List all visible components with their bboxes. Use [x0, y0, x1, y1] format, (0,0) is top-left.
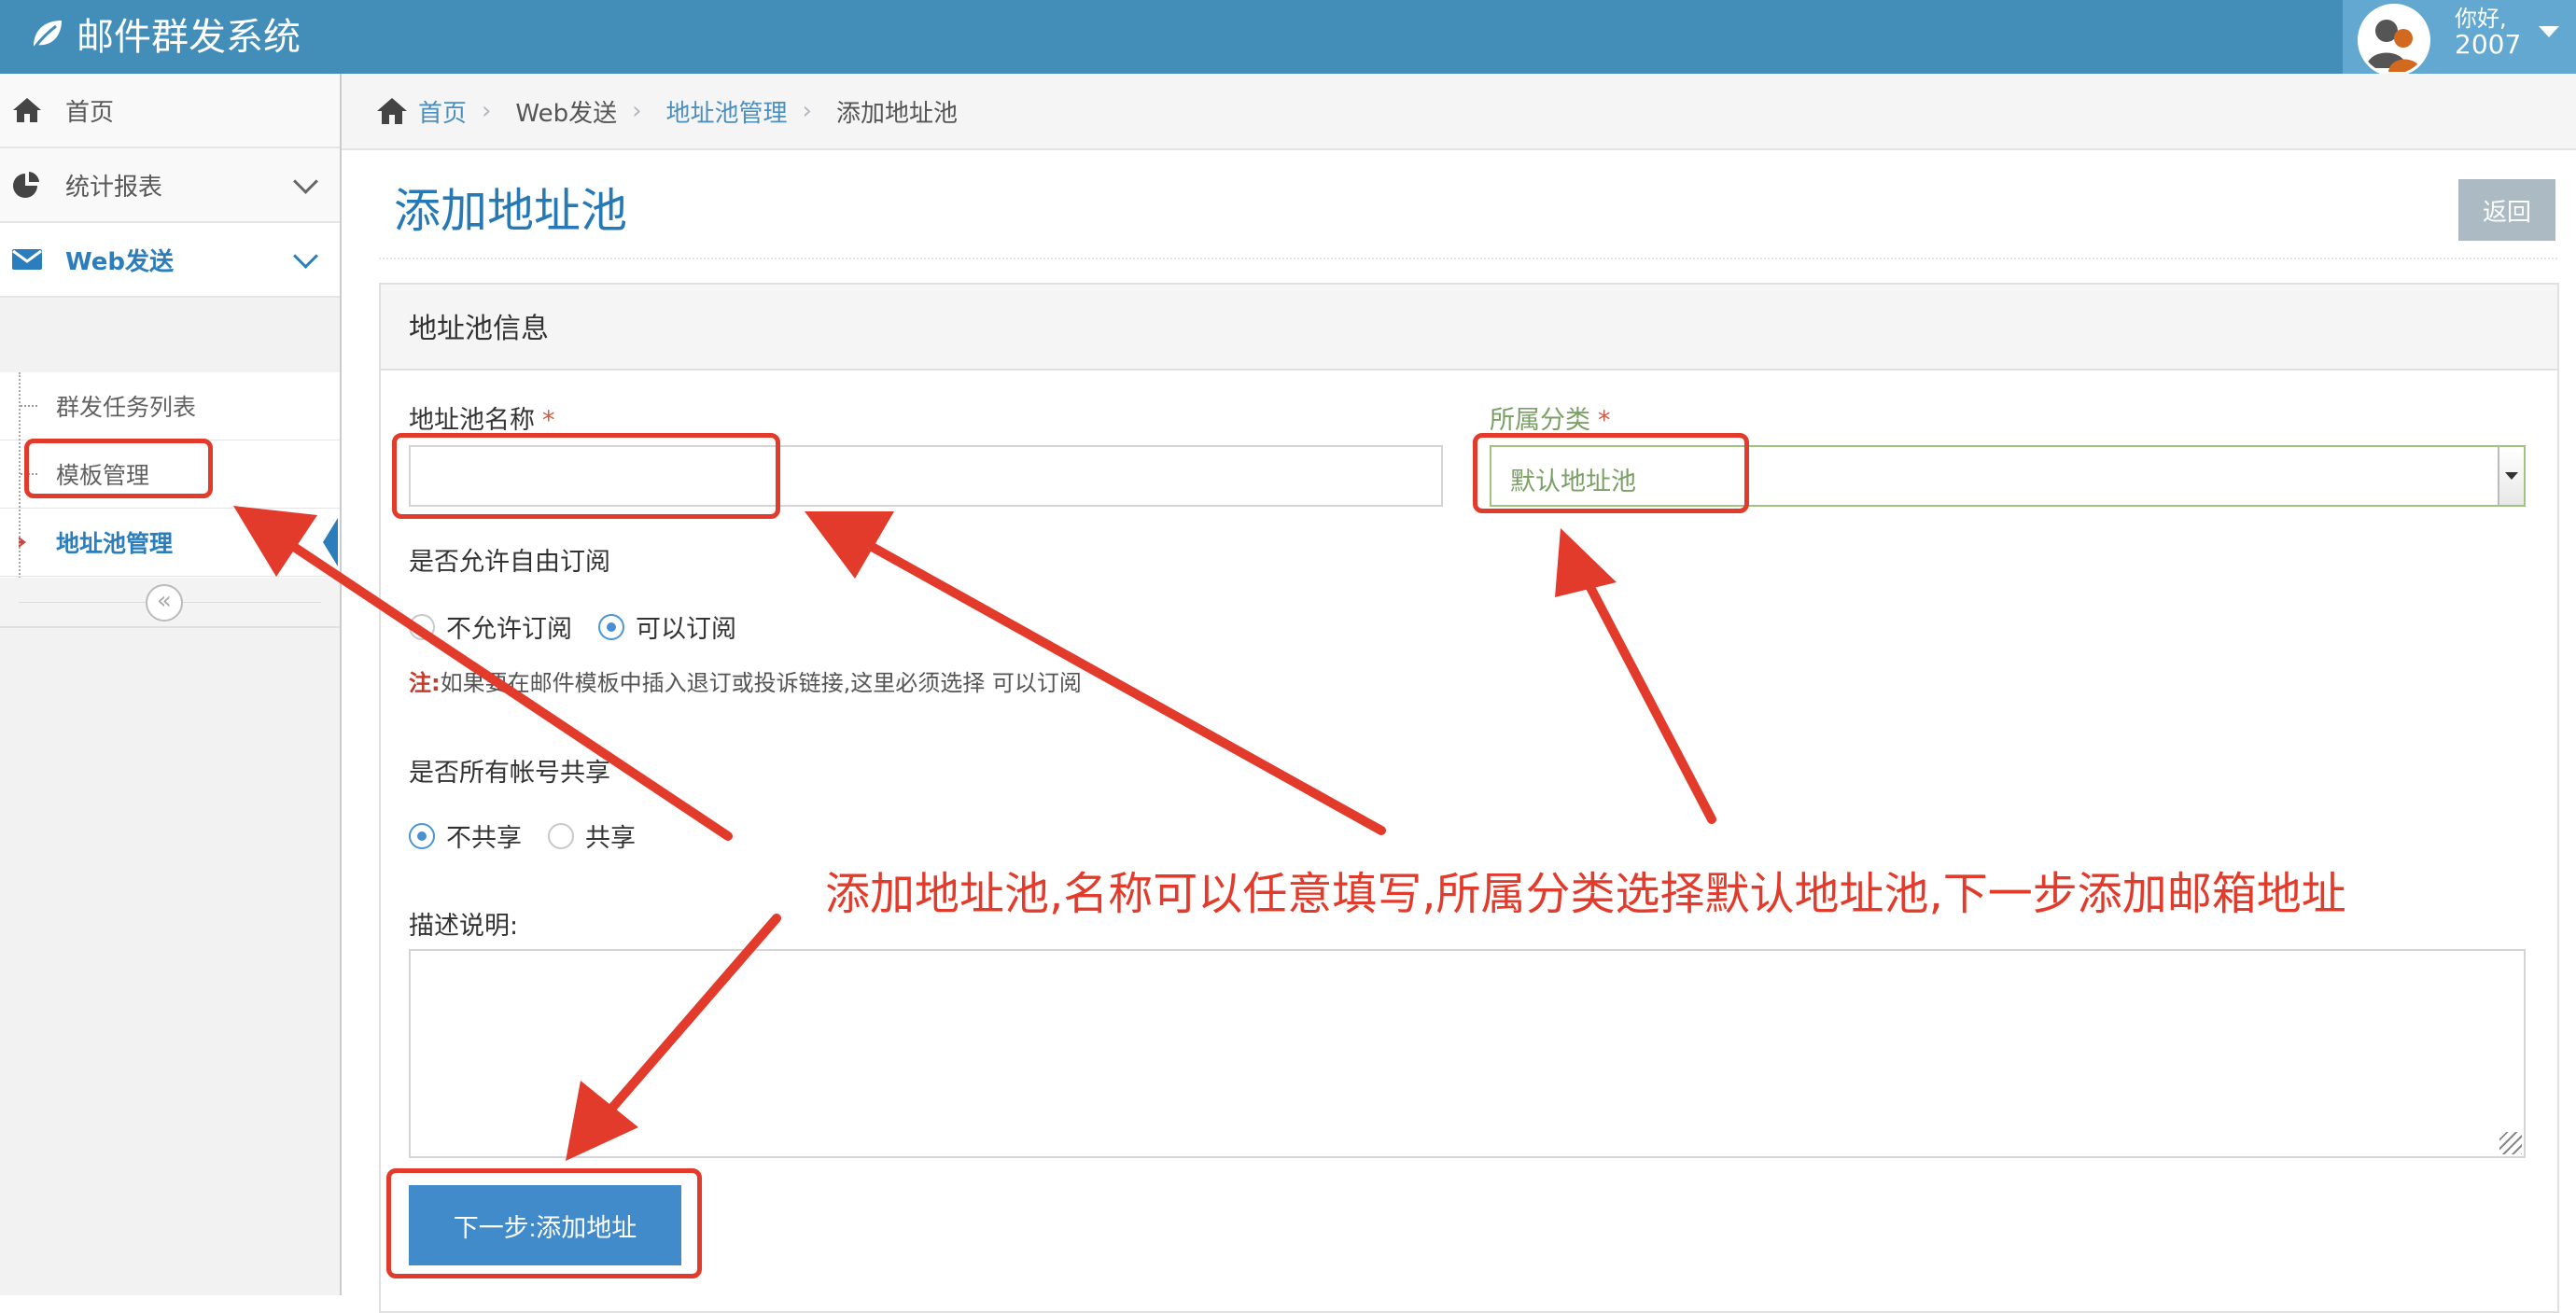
caret-down-icon[interactable] [2539, 26, 2559, 37]
sidebar-item-label: Web发送 [65, 247, 174, 276]
share-label: 是否所有帐号共享 [409, 759, 610, 788]
collapse-sidebar-icon[interactable]: « [146, 584, 183, 622]
submenu-item-address-pool[interactable]: 地址池管理 [0, 509, 340, 577]
share-radio-group: 不共享 共享 [409, 817, 662, 854]
chevron-down-icon [293, 244, 318, 269]
user-greeting: 你好, [2455, 6, 2507, 32]
highlight-box-sidebar [24, 439, 213, 498]
submenu-item-label: 地址池管理 [56, 530, 174, 557]
envelope-icon [12, 249, 42, 270]
user-name: 2007 [2455, 29, 2522, 60]
sidebar-collapse: « [0, 578, 340, 628]
brand[interactable]: 邮件群发系统 [28, 0, 301, 67]
description-textarea[interactable] [409, 949, 2526, 1158]
submenu-item-tasks[interactable]: 群发任务列表 [0, 372, 340, 440]
note-text: 如果要在邮件模板中插入退订或投诉链接,这里必须选择 可以订阅 [440, 670, 1082, 696]
sidebar-item-web-send[interactable]: Web发送 [0, 223, 340, 298]
chevron-right-icon: › [482, 97, 492, 125]
radio-label: 不共享 [446, 824, 522, 853]
panel-title: 地址池信息 [409, 313, 549, 345]
back-button[interactable]: 返回 [2458, 179, 2555, 241]
submenu-item-label: 群发任务列表 [56, 394, 197, 421]
required-mark: * [1598, 406, 1611, 435]
breadcrumb-current: 添加地址池 [835, 99, 958, 128]
home-icon[interactable] [375, 96, 409, 126]
divider [379, 258, 2557, 259]
resize-grip-icon[interactable] [2499, 1132, 2522, 1154]
radio-allow-subscribe[interactable] [598, 613, 624, 640]
leaf-icon [32, 21, 62, 49]
avatar [2358, 4, 2430, 77]
radio-no-share[interactable] [409, 822, 435, 849]
sidebar-item-home[interactable]: 首页 [0, 74, 340, 148]
highlight-box-name-input [392, 433, 780, 519]
breadcrumb-web-send: Web发送 [515, 99, 618, 128]
radio-label: 可以订阅 [636, 615, 736, 644]
radio-label: 不允许订阅 [446, 615, 572, 644]
category-label: 所属分类 * [1490, 399, 1611, 436]
breadcrumb-pool-link[interactable]: 地址池管理 [666, 100, 788, 128]
top-navbar: 邮件群发系统 你好, 2007 [0, 0, 2576, 77]
subscribe-radio-group: 不允许订阅 可以订阅 [409, 608, 763, 645]
chevron-down-icon [293, 169, 318, 194]
radio-disallow-subscribe[interactable] [409, 613, 435, 640]
highlight-box-next-button [386, 1168, 702, 1278]
breadcrumb-home-link[interactable]: 首页 [418, 100, 467, 128]
pool-name-label-text: 地址池名称 [409, 406, 535, 435]
highlight-box-category [1473, 433, 1749, 513]
sidebar-item-label: 首页 [65, 98, 115, 127]
annotation-text: 添加地址池,名称可以任意填写,所属分类选择默认地址池,下一步添加邮箱地址 [825, 868, 2346, 920]
active-pointer-icon [323, 518, 338, 566]
user-info: 你好, 2007 [2455, 6, 2521, 58]
tree-dots [21, 405, 37, 407]
app-title: 邮件群发系统 [77, 16, 301, 59]
pool-name-label: 地址池名称 * [409, 399, 555, 436]
chevron-right-icon: › [802, 97, 812, 125]
sidebar: 首页 统计报表 Web发送 群发任务列表 模板管理 地址池管理 « [0, 74, 342, 1295]
radio-share[interactable] [548, 822, 574, 849]
panel-header: 地址池信息 [381, 285, 2557, 370]
chevron-right-icon: › [632, 97, 642, 125]
sidebar-item-label: 统计报表 [65, 173, 163, 202]
subscribe-note: 注:如果要在邮件模板中插入退订或投诉链接,这里必须选择 可以订阅 [409, 664, 1082, 697]
page-title: 添加地址池 [394, 184, 627, 238]
tree-line [19, 372, 21, 582]
required-mark: * [542, 406, 555, 435]
pie-chart-icon [13, 172, 39, 198]
dropdown-arrow-icon[interactable] [2498, 447, 2524, 505]
user-menu[interactable]: 你好, 2007 [2343, 0, 2576, 77]
note-prefix: 注: [409, 670, 441, 696]
sidebar-item-reports[interactable]: 统计报表 [0, 148, 340, 223]
subscribe-label: 是否允许自由订阅 [409, 548, 610, 577]
breadcrumb: 首页 › Web发送 › 地址池管理 › 添加地址池 [342, 74, 2576, 150]
home-icon [13, 98, 41, 122]
user-avatar-icon [2366, 20, 2422, 72]
description-label: 描述说明: [409, 912, 519, 941]
radio-label: 共享 [585, 824, 636, 853]
category-label-text: 所属分类 [1490, 406, 1590, 435]
